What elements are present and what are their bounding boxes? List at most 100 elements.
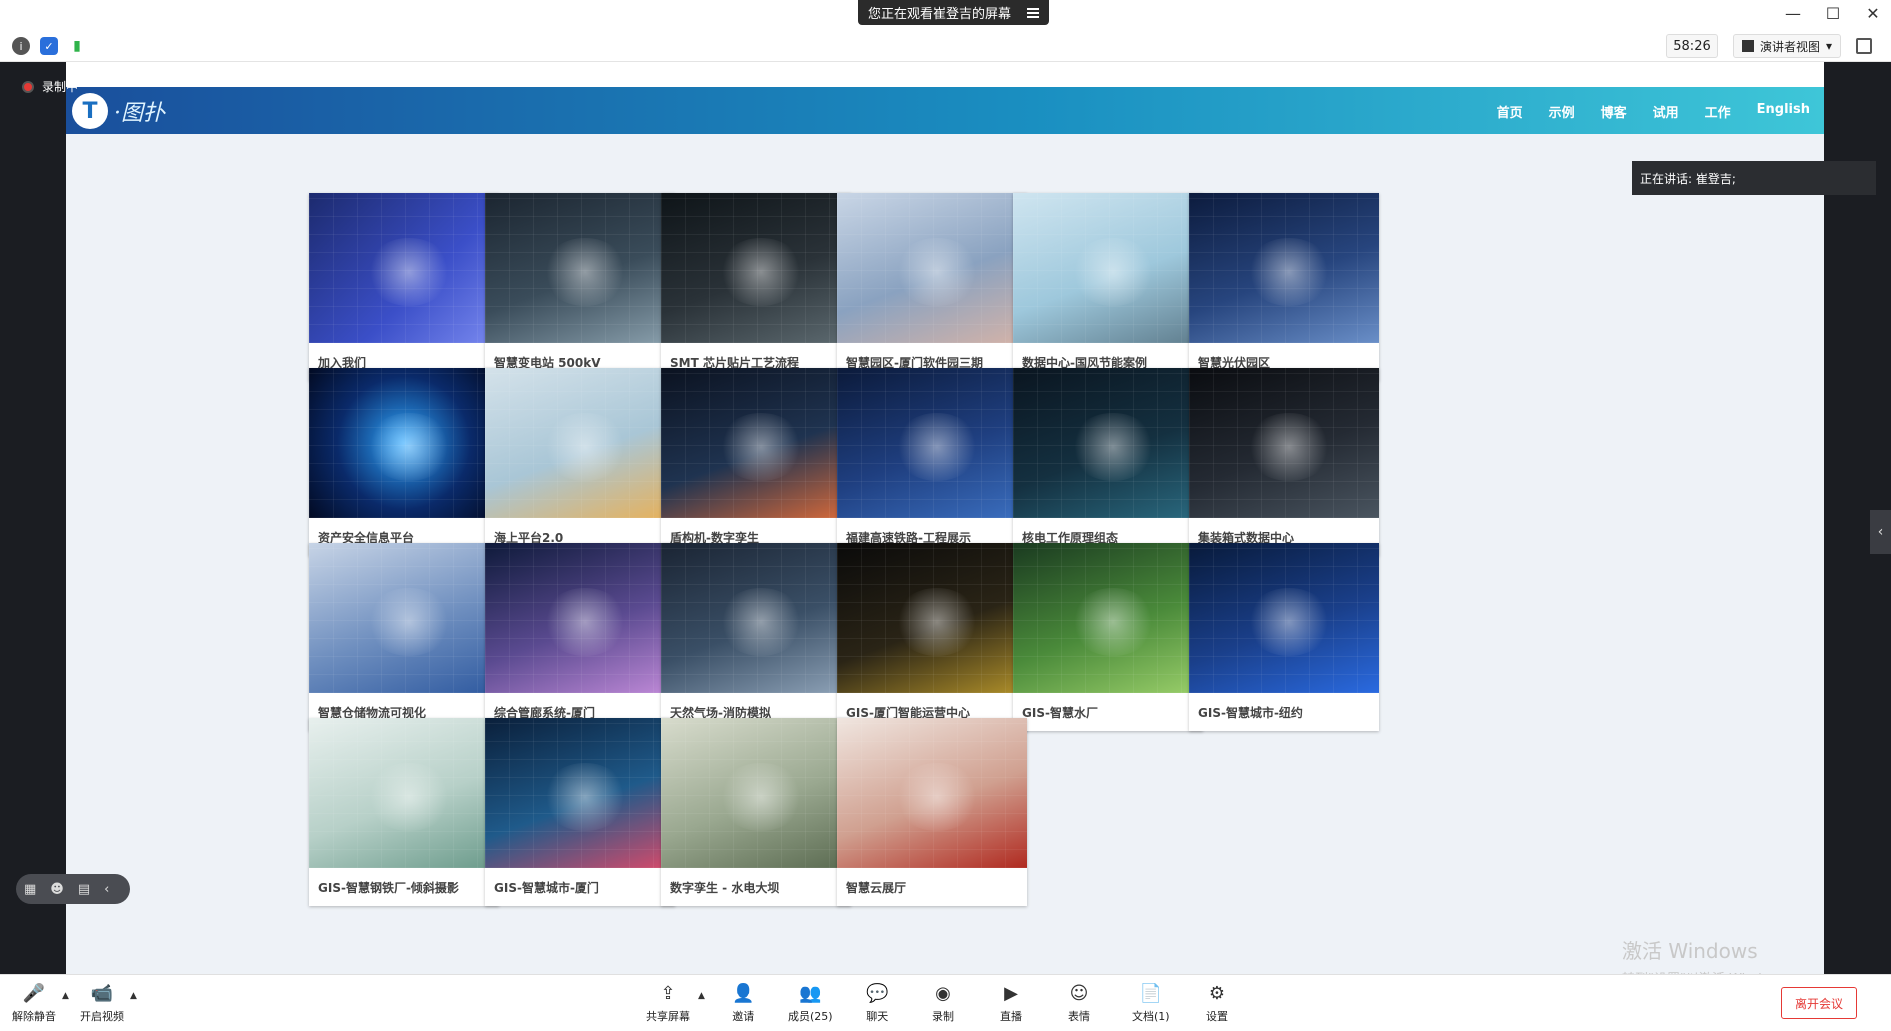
example-thumbnail[interactable]: [309, 718, 499, 868]
maximize-icon[interactable]: ☐: [1825, 4, 1841, 23]
nav-home[interactable]: 首页: [1497, 102, 1523, 121]
view-mode-select[interactable]: 演讲者视图 ▾: [1733, 34, 1841, 58]
members-button[interactable]: 👥 成员(25): [788, 983, 833, 1024]
chat-button[interactable]: 💬 聊天: [866, 983, 888, 1024]
grid-view-icon[interactable]: ▦: [24, 882, 36, 897]
example-card-title[interactable]: GIS-智慧城市-厦门: [485, 868, 675, 906]
record-button[interactable]: ◉ 录制: [932, 983, 954, 1024]
example-thumbnail[interactable]: [1189, 368, 1379, 518]
caret-up-icon[interactable]: ▲: [698, 991, 705, 1001]
nav-jobs[interactable]: 工作: [1705, 102, 1731, 121]
example-card[interactable]: 加入我们: [309, 193, 499, 381]
thumbnail-highlight: [894, 413, 980, 481]
nav-english[interactable]: English: [1757, 102, 1810, 121]
example-card[interactable]: 福建高速铁路-工程展示: [837, 368, 1027, 556]
example-card-title[interactable]: GIS-智慧钢铁厂-倾斜摄影: [309, 868, 499, 906]
example-thumbnail[interactable]: [1189, 193, 1379, 343]
meeting-timer: 58:26: [1666, 34, 1718, 58]
thumbnail-highlight: [718, 238, 804, 306]
example-thumbnail[interactable]: [1189, 543, 1379, 693]
logo-mark-icon: T: [72, 93, 108, 129]
example-thumbnail[interactable]: [661, 193, 851, 343]
example-card[interactable]: GIS-智慧水厂: [1013, 543, 1203, 731]
example-card[interactable]: 数据中心-国风节能案例: [1013, 193, 1203, 381]
example-card[interactable]: GIS-厦门智能运营中心: [837, 543, 1027, 731]
thumbnail-highlight: [366, 763, 452, 831]
example-card[interactable]: 天然气场-消防模拟: [661, 543, 851, 731]
collapse-icon[interactable]: ‹: [104, 882, 109, 897]
side-panel-handle[interactable]: ‹: [1870, 510, 1891, 554]
example-card[interactable]: 集装箱式数据中心: [1189, 368, 1379, 556]
example-card[interactable]: 资产安全信息平台: [309, 368, 499, 556]
meeting-toolbar: i ✓ ▮ 58:26 演讲者视图 ▾: [0, 30, 1891, 62]
caret-up-icon[interactable]: ▲: [62, 991, 69, 1001]
signal-icon[interactable]: ▮: [68, 37, 86, 55]
info-icon[interactable]: i: [12, 37, 30, 55]
thumbnail-highlight: [718, 588, 804, 656]
example-thumbnail[interactable]: [309, 543, 499, 693]
example-card[interactable]: 智慧云展厅: [837, 718, 1027, 906]
emoji-button[interactable]: ☺ 表情: [1068, 983, 1090, 1024]
live-icon: ▶: [1004, 983, 1018, 1004]
example-card[interactable]: 智慧光伏园区: [1189, 193, 1379, 381]
example-card[interactable]: GIS-智慧城市-纽约: [1189, 543, 1379, 731]
nav-examples[interactable]: 示例: [1549, 102, 1575, 121]
minimize-icon[interactable]: —: [1785, 4, 1801, 23]
example-card[interactable]: GIS-智慧钢铁厂-倾斜摄影: [309, 718, 499, 906]
live-button[interactable]: ▶ 直播: [1000, 983, 1022, 1024]
example-thumbnail[interactable]: [1013, 368, 1203, 518]
example-thumbnail[interactable]: [485, 543, 675, 693]
example-thumbnail[interactable]: [837, 368, 1027, 518]
document-button[interactable]: 📄 文档(1): [1132, 983, 1170, 1024]
example-thumbnail[interactable]: [485, 718, 675, 868]
example-card-title[interactable]: 智慧云展厅: [837, 868, 1027, 906]
example-thumbnail[interactable]: [309, 368, 499, 518]
example-thumbnail[interactable]: [837, 193, 1027, 343]
fullscreen-icon[interactable]: [1856, 38, 1872, 54]
thumbnail-highlight: [894, 588, 980, 656]
camera-off-button[interactable]: 📹 开启视频: [80, 983, 124, 1024]
caret-up-icon[interactable]: ▲: [130, 991, 137, 1001]
chat-mini-icon[interactable]: ▤: [78, 882, 90, 897]
nav-blog[interactable]: 博客: [1601, 102, 1627, 121]
share-screen-button[interactable]: ⇪ 共享屏幕: [646, 983, 690, 1024]
shield-icon[interactable]: ✓: [40, 37, 58, 55]
nav-trial[interactable]: 试用: [1653, 102, 1679, 121]
example-thumbnail[interactable]: [1013, 543, 1203, 693]
invite-button[interactable]: 👤 邀请: [732, 983, 754, 1024]
example-card[interactable]: 核电工作原理组态: [1013, 368, 1203, 556]
example-card[interactable]: 数字孪生 - 水电大坝: [661, 718, 851, 906]
example-thumbnail[interactable]: [485, 368, 675, 518]
site-logo[interactable]: T ·图扑: [72, 93, 165, 129]
example-card[interactable]: 盾构机-数字孪生: [661, 368, 851, 556]
example-card-title[interactable]: GIS-智慧城市-纽约: [1189, 693, 1379, 731]
example-thumbnail[interactable]: [485, 193, 675, 343]
thumbnail-highlight: [542, 238, 628, 306]
example-card[interactable]: SMT 芯片贴片工艺流程: [661, 193, 851, 381]
menu-icon[interactable]: [1027, 7, 1040, 18]
viewing-banner[interactable]: 您正在观看崔登吉的屏幕: [858, 0, 1050, 25]
close-icon[interactable]: ✕: [1865, 4, 1881, 23]
example-card-title[interactable]: 数字孪生 - 水电大坝: [661, 868, 851, 906]
example-card[interactable]: 智慧园区-厦门软件园三期: [837, 193, 1027, 381]
leave-meeting-button[interactable]: 离开会议: [1781, 987, 1857, 1019]
example-thumbnail[interactable]: [837, 543, 1027, 693]
example-card[interactable]: GIS-智慧城市-厦门: [485, 718, 675, 906]
document-icon: 📄: [1139, 983, 1162, 1004]
example-card[interactable]: 综合管廊系统-厦门: [485, 543, 675, 731]
emoji-mini-icon[interactable]: ☻: [50, 882, 64, 897]
meeting-window: 您正在观看崔登吉的屏幕 — ☐ ✕ i ✓ ▮ 58:26 演讲者视图 ▾ T …: [0, 0, 1891, 1031]
settings-button[interactable]: ⚙ 设置: [1206, 983, 1228, 1024]
example-thumbnail[interactable]: [661, 718, 851, 868]
example-card[interactable]: 智慧变电站 500kV: [485, 193, 675, 381]
example-card[interactable]: 海上平台2.0: [485, 368, 675, 556]
example-card[interactable]: 智慧仓储物流可视化: [309, 543, 499, 731]
thumbnail-highlight: [718, 413, 804, 481]
example-thumbnail[interactable]: [1013, 193, 1203, 343]
example-thumbnail[interactable]: [661, 543, 851, 693]
example-thumbnail[interactable]: [309, 193, 499, 343]
mic-muted-button[interactable]: 🎤 解除静音: [12, 983, 56, 1024]
example-card-title[interactable]: GIS-智慧水厂: [1013, 693, 1203, 731]
example-thumbnail[interactable]: [837, 718, 1027, 868]
example-thumbnail[interactable]: [661, 368, 851, 518]
